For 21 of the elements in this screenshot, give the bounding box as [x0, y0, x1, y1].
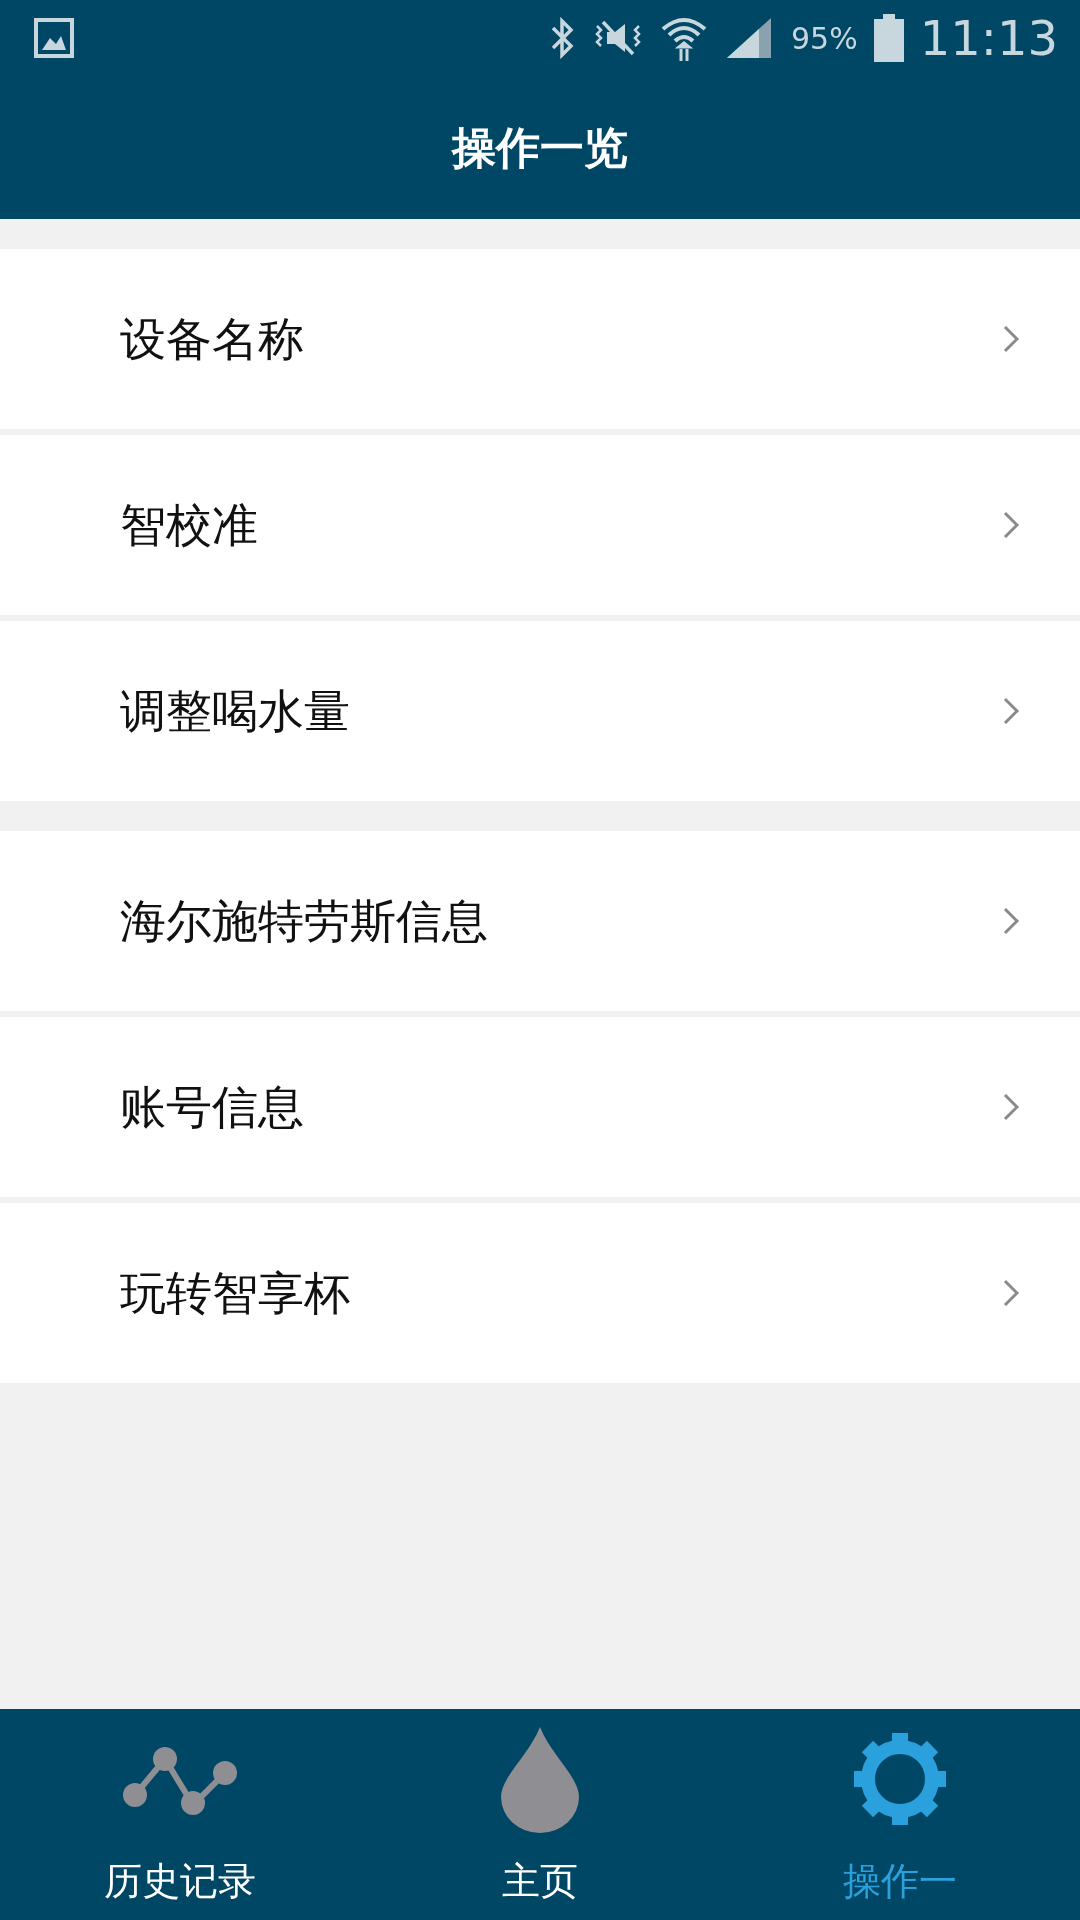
menu-row[interactable]: 调整喝水量: [0, 621, 1080, 801]
tab-button[interactable]: 主页: [360, 1709, 720, 1920]
menu-row[interactable]: 玩转智享杯: [0, 1203, 1080, 1383]
battery-percent: 95%: [791, 19, 858, 58]
chevron-right-icon: [1002, 696, 1020, 726]
header-title: 操作一览: [452, 120, 628, 175]
chevron-right-icon: [1002, 1092, 1020, 1122]
menu-row[interactable]: 智校准: [0, 435, 1080, 615]
gear-icon: [854, 1732, 946, 1825]
chevron-right-icon: [1002, 906, 1020, 936]
chevron-right-icon: [1002, 510, 1020, 540]
chevron-right-icon: [1002, 1278, 1020, 1308]
tab-button[interactable]: 历史记录: [0, 1709, 360, 1920]
menu-row[interactable]: 设备名称: [0, 249, 1080, 429]
mute-vibrate-icon: [593, 18, 643, 58]
chevron-right-icon: [1002, 324, 1020, 354]
battery-icon: [873, 14, 904, 62]
clock-time: 11:13: [919, 9, 1058, 68]
image-icon: [34, 18, 74, 58]
menu-row[interactable]: 海尔施特劳斯信息: [0, 831, 1080, 1011]
menu-row[interactable]: 账号信息: [0, 1017, 1080, 1197]
